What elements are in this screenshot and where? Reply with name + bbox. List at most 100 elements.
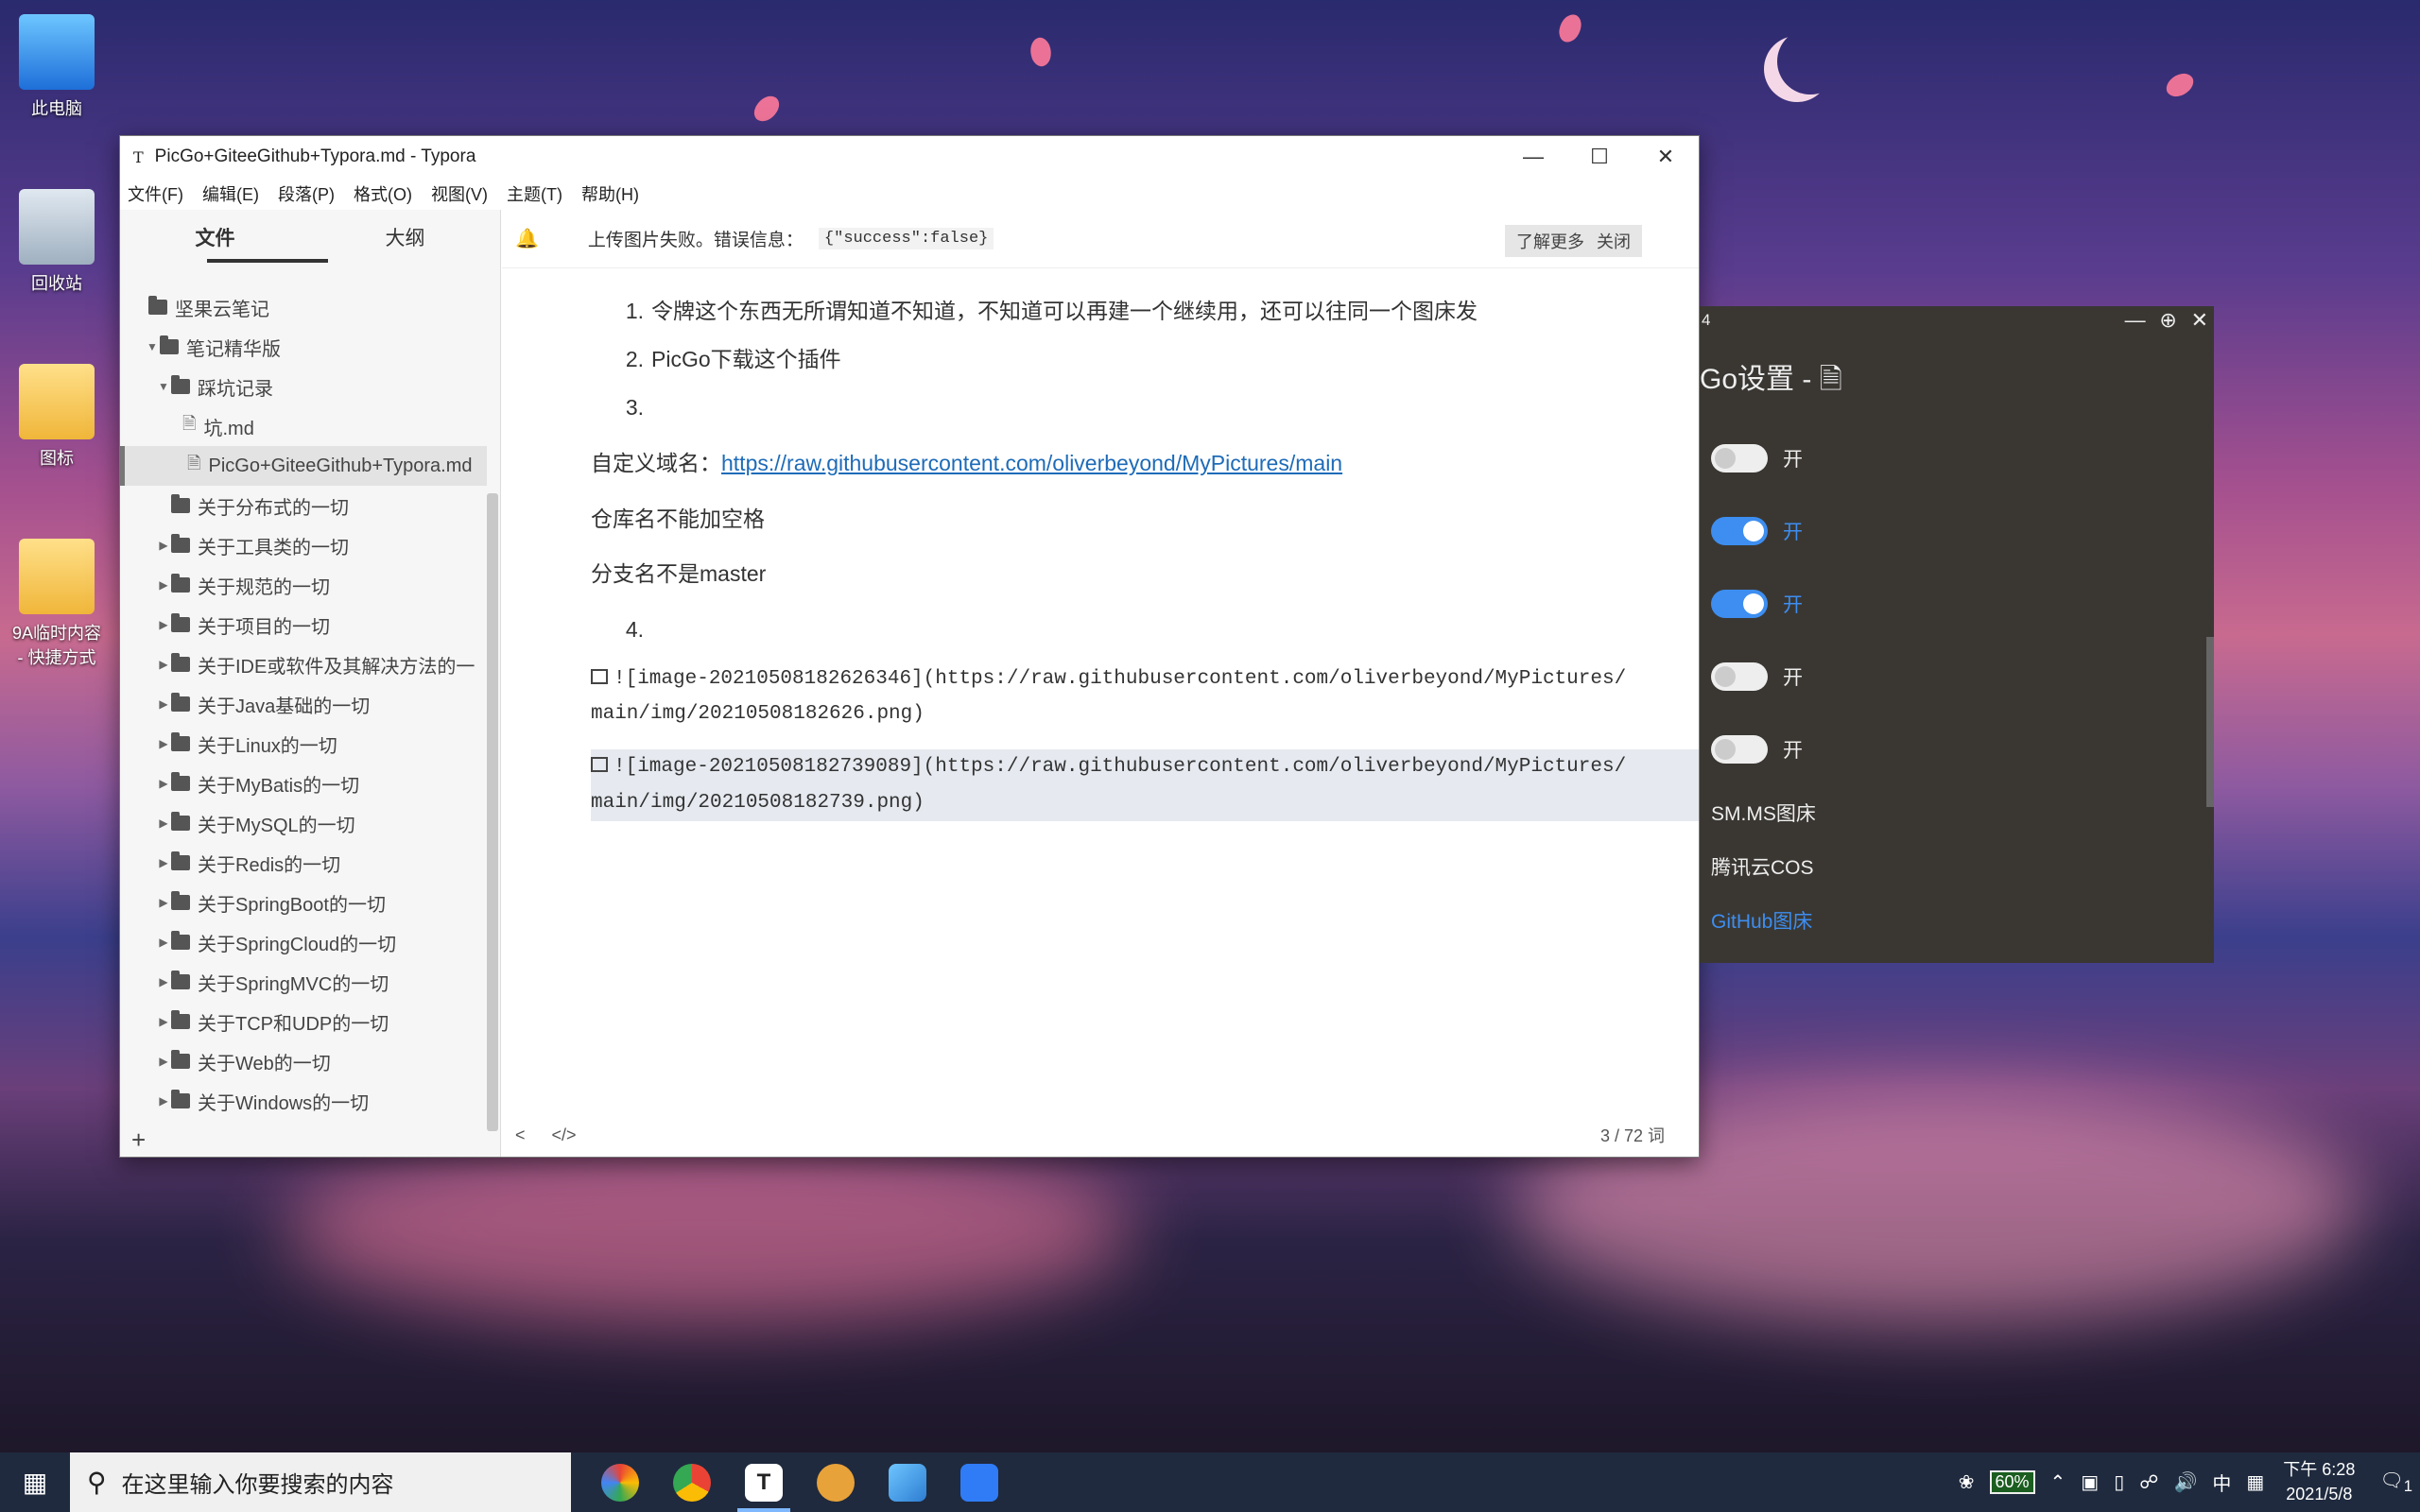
domain-link[interactable]: https://raw.githubusercontent.com/oliver… xyxy=(721,451,1342,475)
tree-folder[interactable]: ▶ 关于TCP和UDP的一切 xyxy=(120,1002,487,1041)
expand-arrow-icon[interactable]: ▶ xyxy=(156,658,171,671)
toggle-switch[interactable] xyxy=(1711,662,1768,691)
minimize-button[interactable]: — xyxy=(1500,136,1566,178)
menu-file[interactable]: 文件(F) xyxy=(128,181,183,206)
leaf-icon[interactable]: ❀ xyxy=(1959,1470,1975,1494)
taskbar-search[interactable]: ⚲ 在这里输入你要搜索的内容 xyxy=(70,1452,571,1512)
tree-folder[interactable]: ▼ 笔记精华版 xyxy=(120,327,487,367)
maximize-button[interactable]: ☐ xyxy=(1566,136,1633,178)
tab-outline[interactable]: 大纲 xyxy=(310,223,500,251)
expand-arrow-icon[interactable]: ▶ xyxy=(156,697,171,711)
document-content[interactable]: 1. 令牌这个东西无所谓知道不知道，不知道可以再建一个继续用，还可以往同一个图床… xyxy=(591,295,1699,838)
tree-folder[interactable]: ▶ 关于项目的一切 xyxy=(120,605,487,644)
tree-folder[interactable]: ▶ 关于规范的一切 xyxy=(120,565,487,605)
desktop-icon-recycle-bin[interactable]: 回收站 xyxy=(9,189,104,295)
image-markdown-source-selected[interactable]: ![image-20210508182739089](https://raw.g… xyxy=(591,749,1699,821)
sidebar-scrollbar[interactable] xyxy=(487,493,498,1131)
tree-folder[interactable]: ▶ 关于SpringMVC的一切 xyxy=(120,962,487,1002)
expand-arrow-icon[interactable]: ▶ xyxy=(156,975,171,988)
expand-arrow-icon[interactable]: ▶ xyxy=(156,1055,171,1068)
tab-files[interactable]: 文件 xyxy=(120,223,310,251)
ime-indicator[interactable]: 中 xyxy=(2212,1469,2231,1496)
tree-file[interactable]: 🗎 PicGo+GiteeGithub+Typora.md xyxy=(120,446,487,486)
battery-indicator[interactable]: 60% xyxy=(1989,1470,2035,1494)
tree-folder[interactable]: ▶ 关于SpringCloud的一切 xyxy=(120,922,487,962)
picgo-scrollbar[interactable] xyxy=(2206,637,2214,807)
desktop-icon-this-pc[interactable]: 此电脑 xyxy=(9,14,104,120)
notification-icon[interactable]: 🗨1 xyxy=(2379,1469,2412,1496)
tray-app-icon[interactable]: ▣ xyxy=(2081,1470,2099,1494)
expand-arrow-icon[interactable]: ▶ xyxy=(156,856,171,869)
taskbar-app-typora[interactable]: T xyxy=(728,1452,800,1512)
wifi-icon[interactable]: ☍ xyxy=(2139,1470,2158,1494)
taskbar-app-picgo[interactable] xyxy=(584,1452,656,1512)
tree-folder[interactable]: ▶ 关于Windows的一切 xyxy=(120,1081,487,1119)
expand-arrow-icon[interactable]: ▼ xyxy=(145,340,160,353)
paragraph: 分支名不是master xyxy=(591,561,767,586)
start-button[interactable]: ▦ xyxy=(0,1452,70,1512)
image-markdown-source[interactable]: ![image-20210508182626346](https://raw.g… xyxy=(591,662,1699,733)
menu-help[interactable]: 帮助(H) xyxy=(581,181,639,206)
expand-arrow-icon[interactable]: ▶ xyxy=(156,936,171,949)
desktop-icon-shortcut[interactable]: 9A临时内容 - 快捷方式 xyxy=(9,539,104,669)
tree-folder[interactable]: ▶ 关于Redis的一切 xyxy=(120,843,487,883)
taskbar-app-editor[interactable] xyxy=(943,1452,1015,1512)
menu-edit[interactable]: 编辑(E) xyxy=(202,181,259,206)
tree-item-label: 关于分布式的一切 xyxy=(198,497,349,519)
menu-theme[interactable]: 主题(T) xyxy=(507,181,562,206)
toggle-sidebar-button[interactable]: < xyxy=(515,1125,526,1145)
picbed-github[interactable]: GitHub图床 xyxy=(1700,893,2214,947)
toggle-switch[interactable] xyxy=(1711,443,1768,472)
word-count[interactable]: 3 / 72 词 xyxy=(1600,1123,1665,1147)
expand-arrow-icon[interactable]: ▶ xyxy=(156,777,171,790)
menu-view[interactable]: 视图(V) xyxy=(431,181,488,206)
tree-folder[interactable]: ▶ 关于工具类的一切 xyxy=(120,525,487,565)
toggle-switch[interactable] xyxy=(1711,516,1768,545)
picbed-tencent-cos[interactable]: 腾讯云COS xyxy=(1700,839,2214,893)
expand-arrow-icon[interactable]: ▶ xyxy=(156,578,171,592)
toggle-switch[interactable] xyxy=(1711,734,1768,764)
setting-toggle-row: 开 xyxy=(1700,421,2214,494)
expand-arrow-icon[interactable]: ▶ xyxy=(156,1015,171,1028)
notice-close-button[interactable]: 关闭 xyxy=(1597,232,1631,251)
expand-arrow-icon[interactable]: ▶ xyxy=(156,896,171,909)
minimize-icon[interactable]: — xyxy=(2125,308,2146,332)
menu-format[interactable]: 格式(O) xyxy=(354,181,412,206)
taskbar-app-paint[interactable] xyxy=(872,1452,943,1512)
picbed-smms[interactable]: SM.MS图床 xyxy=(1700,785,2214,839)
menu-paragraph[interactable]: 段落(P) xyxy=(278,181,335,206)
close-icon[interactable]: ✕ xyxy=(2191,308,2208,332)
expand-arrow-icon[interactable]: ▶ xyxy=(156,816,171,830)
tree-folder[interactable]: 坚果云笔记 xyxy=(120,287,487,327)
tree-folder[interactable]: 关于分布式的一切 xyxy=(120,486,487,525)
pin-icon[interactable]: ⊕ xyxy=(2159,308,2176,332)
expand-arrow-icon[interactable]: ▶ xyxy=(156,618,171,631)
clock[interactable]: 下午 6:28 2021/5/8 xyxy=(2283,1458,2355,1505)
chevron-up-icon[interactable]: ⌃ xyxy=(2050,1470,2066,1494)
tree-folder[interactable]: ▼ 踩坑记录 xyxy=(120,367,487,406)
expand-arrow-icon[interactable]: ▼ xyxy=(156,380,171,393)
tree-folder[interactable]: ▶ 关于Linux的一切 xyxy=(120,724,487,764)
expand-arrow-icon[interactable]: ▶ xyxy=(156,539,171,552)
add-file-button[interactable]: + xyxy=(131,1125,146,1155)
desktop-icon-icons-folder[interactable]: 图标 xyxy=(9,364,104,470)
tree-folder[interactable]: ▶ 关于IDE或软件及其解决方法的一 xyxy=(120,644,487,684)
taskbar-app-nutstore[interactable] xyxy=(800,1452,872,1512)
toggle-switch[interactable] xyxy=(1711,589,1768,618)
petal-decoration xyxy=(2162,67,2198,103)
source-mode-button[interactable]: </> xyxy=(552,1125,577,1145)
tree-folder[interactable]: ▶ 关于MyBatis的一切 xyxy=(120,764,487,803)
expand-arrow-icon[interactable]: ▶ xyxy=(156,1094,171,1108)
tree-file[interactable]: 🗎 坑.md xyxy=(120,406,487,446)
expand-arrow-icon[interactable]: ▶ xyxy=(156,737,171,750)
tree-folder[interactable]: ▶ 关于Java基础的一切 xyxy=(120,684,487,724)
taskbar-app-chrome[interactable] xyxy=(656,1452,728,1512)
battery-icon[interactable]: ▯ xyxy=(2114,1470,2124,1494)
volume-icon[interactable]: 🔊 xyxy=(2173,1470,2197,1494)
tree-folder[interactable]: ▶ 关于Web的一切 xyxy=(120,1041,487,1081)
tree-folder[interactable]: ▶ 关于MySQL的一切 xyxy=(120,803,487,843)
tree-folder[interactable]: ▶ 关于SpringBoot的一切 xyxy=(120,883,487,922)
learn-more-button[interactable]: 了解更多 xyxy=(1516,232,1584,251)
close-button[interactable]: ✕ xyxy=(1633,136,1699,178)
ime-grid-icon[interactable]: ▦ xyxy=(2246,1470,2264,1494)
